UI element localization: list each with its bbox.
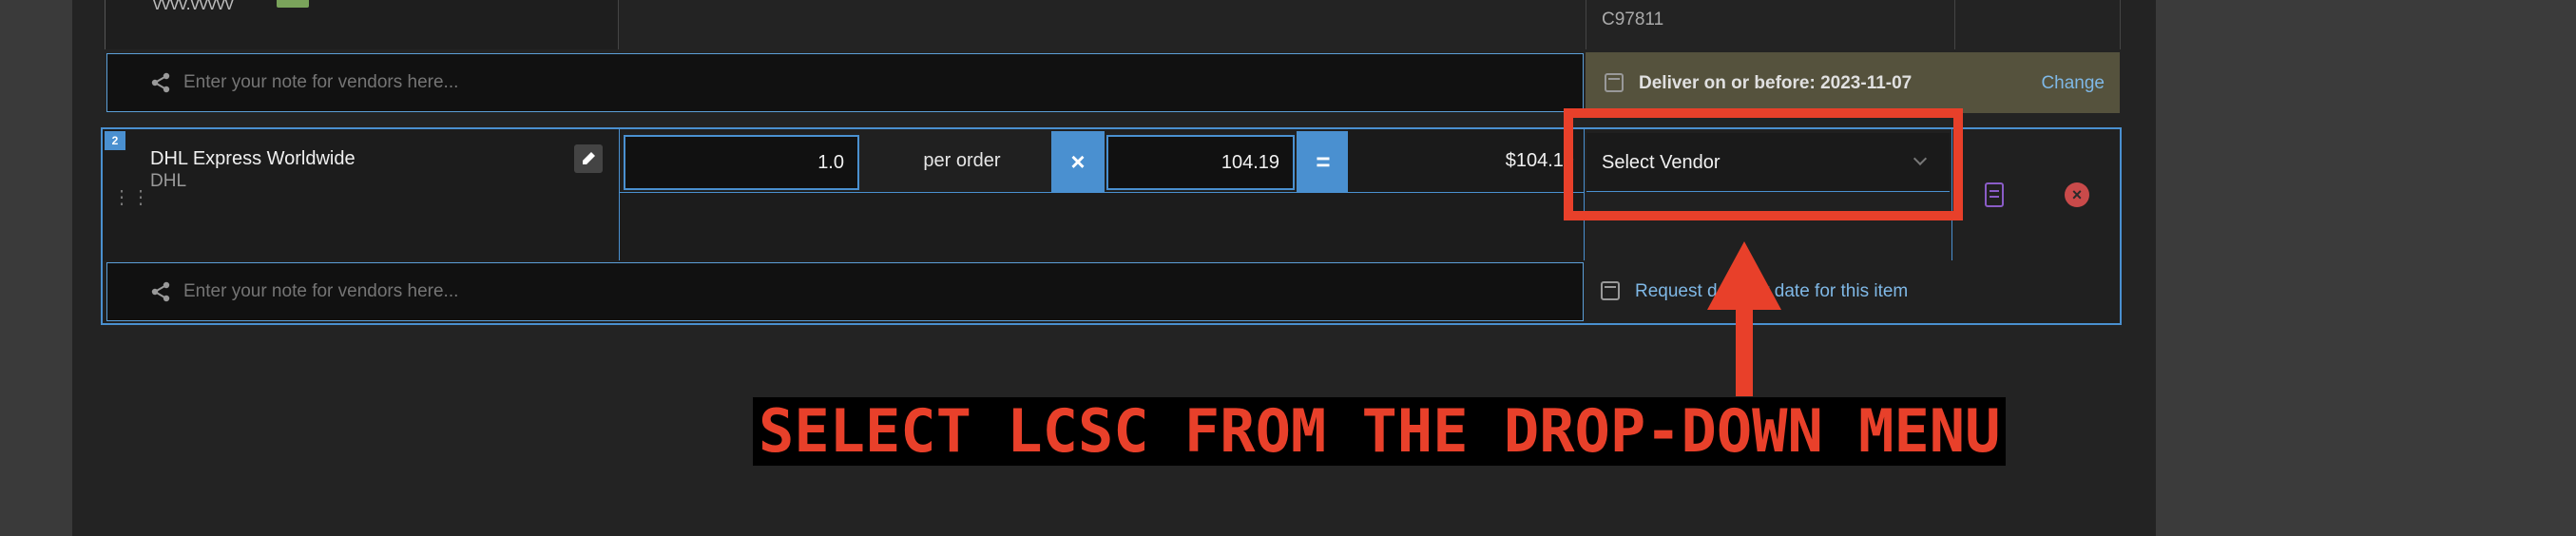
item-2-title-cell: 2 ⋮⋮ DHL Express Worldwide DHL <box>103 129 620 260</box>
shipping-service-name: DHL Express Worldwide <box>150 148 356 169</box>
total-cell: $104.19 <box>1348 129 1584 192</box>
unit-label: per order <box>923 150 1001 171</box>
multiply-icon: × <box>1051 131 1105 192</box>
quantity-input[interactable] <box>624 135 859 190</box>
item-1-sku: C97811 <box>1602 10 1664 29</box>
divider <box>1954 0 1955 49</box>
arrow-shaft <box>1736 299 1753 396</box>
item-2-lower-cells <box>620 192 1584 260</box>
item-2-note-row <box>106 262 1609 321</box>
item-1-badge <box>277 0 309 8</box>
share-icon <box>151 72 170 93</box>
divider <box>2120 0 2121 49</box>
deliver-by-text: Deliver on or before: 2023-11-07 <box>1639 73 1913 93</box>
item-1-note-row <box>106 53 1609 112</box>
equals-icon: = <box>1297 131 1350 192</box>
highlight-box <box>1564 108 1963 220</box>
divider <box>620 192 1584 193</box>
row-number-badge: 2 <box>105 131 125 150</box>
edit-button[interactable] <box>574 144 603 173</box>
drag-handle-icon[interactable]: ⋮⋮ <box>112 184 150 211</box>
item-1-vendor-note-input[interactable] <box>183 64 1609 102</box>
calendar-icon <box>1605 73 1624 92</box>
edit-icon <box>583 152 595 164</box>
unit-price-input[interactable] <box>1106 135 1295 190</box>
remove-icon[interactable]: × <box>2065 182 2089 207</box>
item-1-part-text: vvvv.vvvvv <box>153 0 234 13</box>
item-2-vendor-note-input[interactable] <box>183 273 1609 311</box>
request-delivery-date[interactable]: Request delivery date for this item <box>1586 262 2118 323</box>
instruction-caption: SELECT LCSC FROM THE DROP-DOWN MENU <box>753 397 2007 466</box>
change-date-link[interactable]: Change <box>2041 73 2105 94</box>
right-backdrop <box>2156 0 2576 536</box>
item-1-title-cell: vvvv.vvvvv <box>105 0 618 49</box>
divider <box>618 0 619 49</box>
calendar-icon <box>1601 281 1620 300</box>
document-icon[interactable] <box>1985 182 2004 207</box>
share-icon <box>151 281 170 302</box>
shipping-carrier: DHL <box>150 171 187 191</box>
item-1-deliver-by: Deliver on or before: 2023-11-07 Change <box>1586 52 2120 113</box>
